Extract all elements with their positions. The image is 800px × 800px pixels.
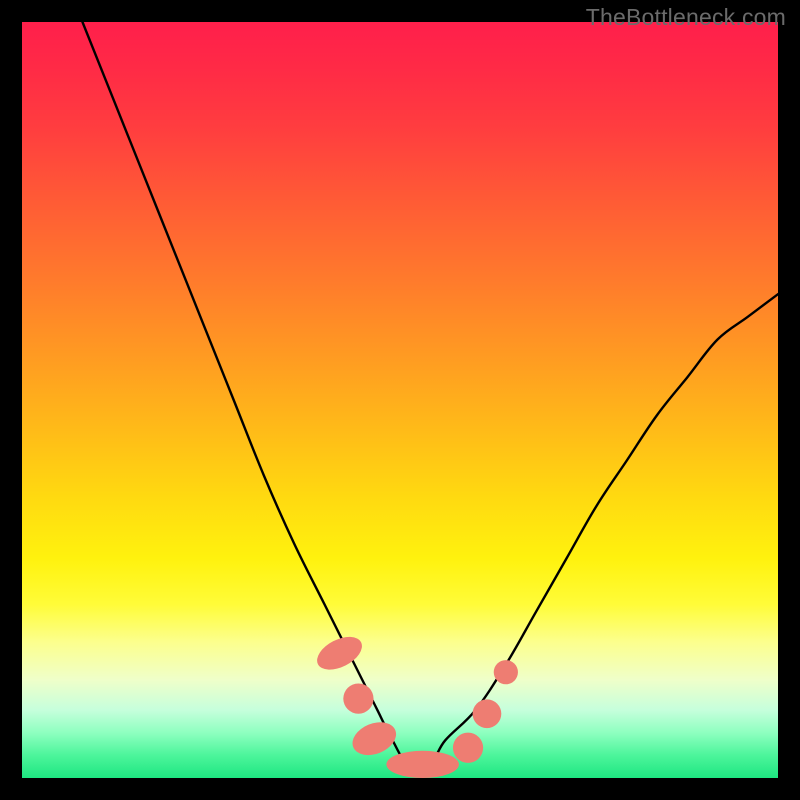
chart-svg	[22, 22, 778, 778]
curve-path	[82, 22, 778, 766]
curve-marker	[343, 684, 373, 714]
outer-frame: TheBottleneck.com	[0, 0, 800, 800]
curve-marker	[312, 630, 367, 676]
curve-marker	[473, 699, 502, 728]
curve-marker	[494, 660, 518, 684]
chart-curve	[82, 22, 778, 766]
curve-marker	[348, 716, 401, 761]
curve-marker	[453, 733, 483, 763]
curve-marker	[386, 751, 459, 778]
chart-markers	[312, 630, 518, 778]
chart-plot-area	[22, 22, 778, 778]
